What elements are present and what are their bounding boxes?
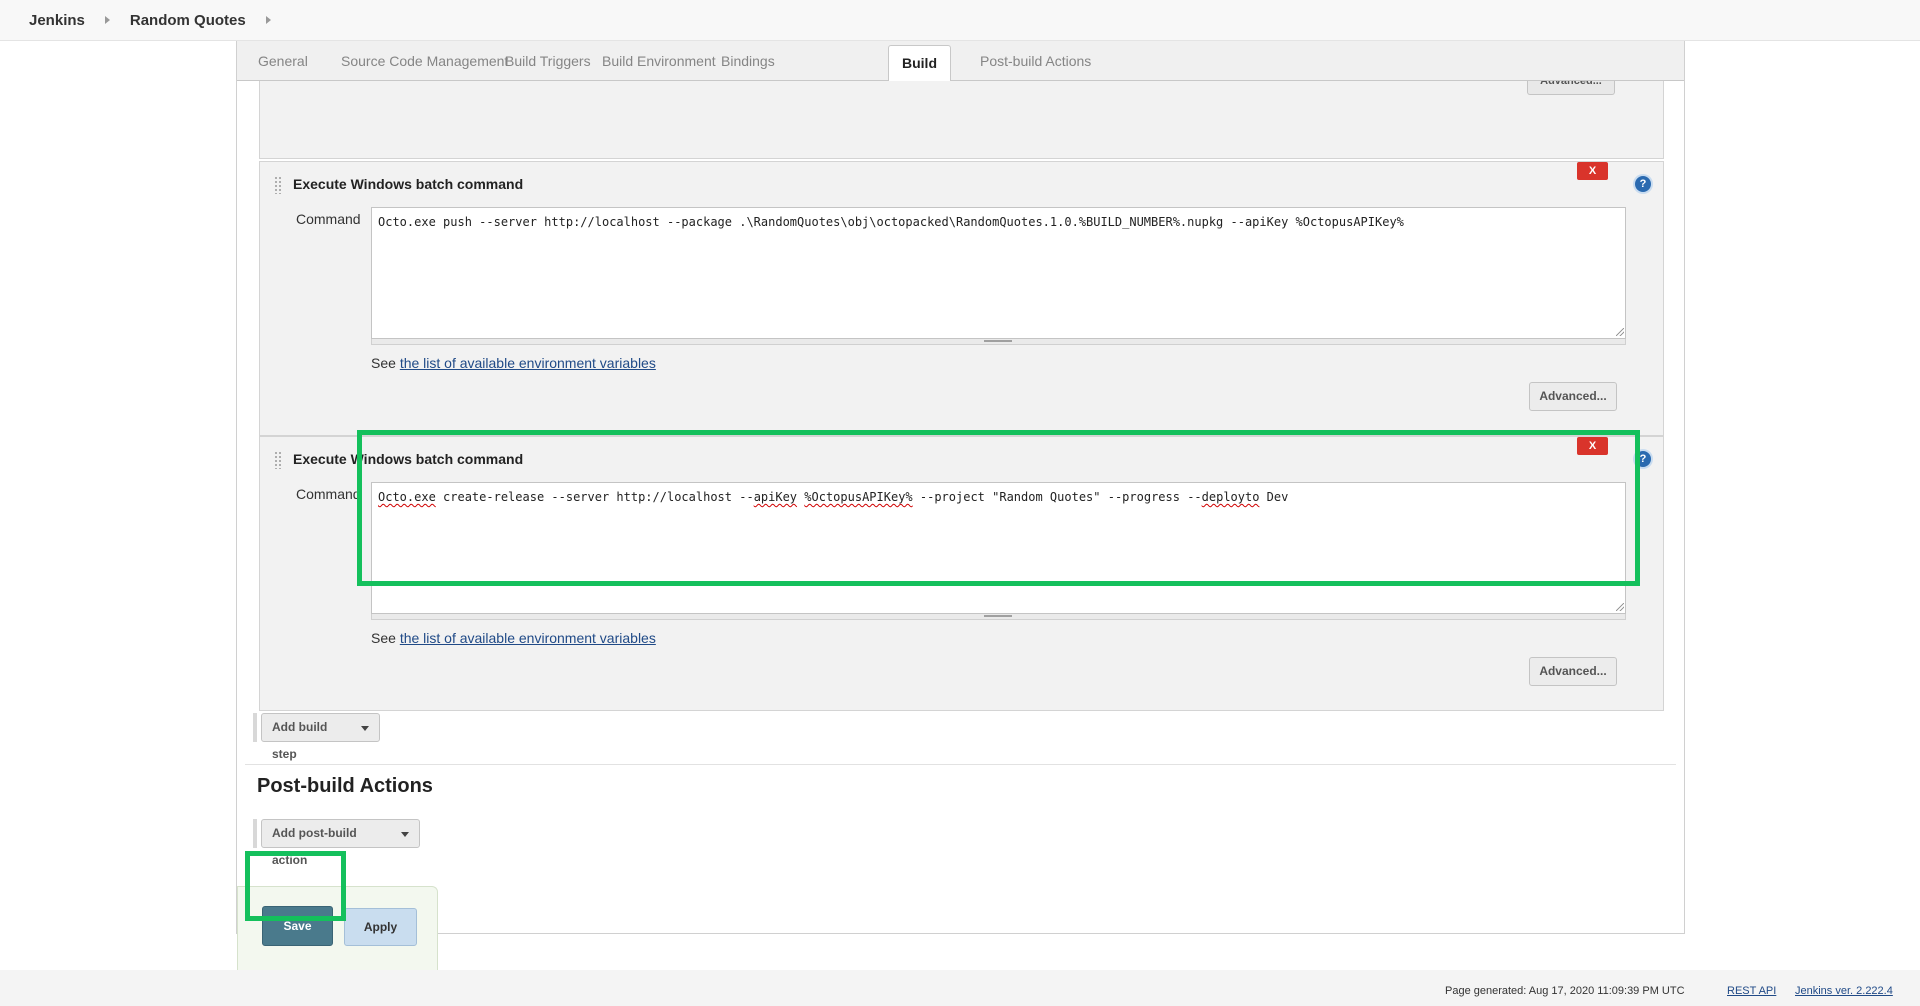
advanced-button[interactable]: Advanced... — [1529, 657, 1617, 686]
save-button[interactable]: Save — [262, 906, 333, 946]
tab-post-build-actions[interactable]: Post-build Actions — [967, 41, 1104, 81]
help-icon[interactable]: ? — [1635, 451, 1651, 467]
post-build-heading: Post-build Actions — [257, 775, 433, 797]
save-apply-bar: Save Apply — [237, 886, 438, 974]
config-panel: General Source Code Management Build Tri… — [236, 41, 1685, 974]
see-prefix: See — [371, 355, 396, 371]
command-text-part: apiKey — [753, 490, 798, 504]
env-vars-link[interactable]: the list of available environment variab… — [400, 355, 656, 371]
advanced-button[interactable]: Advanced... — [1529, 382, 1617, 411]
tab-general[interactable]: General — [245, 41, 321, 81]
command-textarea[interactable]: Octo.exe create-release --server http://… — [371, 482, 1626, 614]
env-vars-hint: See the list of available environment va… — [371, 355, 656, 371]
breadcrumb: Jenkins Random Quotes — [0, 0, 1920, 41]
drag-handle-icon[interactable] — [274, 176, 282, 194]
delete-step-button[interactable]: X — [1577, 437, 1608, 455]
command-textarea[interactable]: Octo.exe push --server http://localhost … — [371, 207, 1626, 339]
textarea-resize-handle[interactable] — [371, 339, 1626, 345]
breadcrumb-arrow-icon[interactable] — [104, 16, 110, 24]
command-text-part: Dev — [1259, 490, 1289, 504]
resize-corner-icon[interactable] — [1616, 603, 1624, 611]
delete-step-button[interactable]: X — [1577, 162, 1608, 180]
resize-corner-icon[interactable] — [1616, 328, 1624, 336]
config-tabbar: General Source Code Management Build Tri… — [237, 41, 1684, 82]
section-divider — [245, 764, 1676, 765]
apply-button[interactable]: Apply — [344, 908, 417, 946]
command-text-part: deployto — [1201, 490, 1260, 504]
command-label: Command — [296, 211, 361, 227]
previous-advanced-button[interactable]: Advanced... — [1527, 81, 1615, 95]
tab-bindings[interactable]: Bindings — [708, 41, 788, 81]
add-build-step-button[interactable]: Add build step — [261, 713, 380, 761]
footer: Page generated: Aug 17, 2020 11:09:39 PM… — [0, 970, 1920, 1006]
jenkins-version-link[interactable]: Jenkins ver. 2.222.4 — [1795, 985, 1893, 997]
build-step-2: Execute Windows batch command X ? Comman… — [259, 436, 1664, 711]
tab-build-triggers[interactable]: Build Triggers — [492, 41, 604, 81]
see-prefix: See — [371, 630, 396, 646]
command-text-part: Octo.exe — [378, 490, 436, 504]
caret-down-icon — [361, 726, 369, 731]
breadcrumb-arrow-icon[interactable] — [265, 16, 271, 24]
command-text-part: %OctopusAPIKey% — [804, 490, 913, 504]
caret-down-icon — [401, 832, 409, 837]
dropdown-bar — [253, 713, 257, 742]
textarea-resize-handle[interactable] — [371, 614, 1626, 620]
page-generated-text: Page generated: Aug 17, 2020 11:09:39 PM… — [1445, 985, 1685, 997]
dropdown-bar — [253, 819, 257, 848]
command-text-part: --project "Random Quotes" --progress -- — [912, 490, 1202, 504]
drag-handle-icon[interactable] — [274, 451, 282, 469]
breadcrumb-random-quotes[interactable]: Random Quotes — [130, 12, 246, 29]
help-icon[interactable]: ? — [1635, 176, 1651, 192]
rest-api-link[interactable]: REST API — [1727, 985, 1776, 997]
command-label: Command — [296, 486, 361, 502]
step-title: Execute Windows batch command — [293, 451, 524, 467]
build-step-1: Execute Windows batch command X ? Comman… — [259, 161, 1664, 436]
env-vars-link[interactable]: the list of available environment variab… — [400, 630, 656, 646]
command-text-part: create-release --server http://localhost… — [435, 490, 754, 504]
env-vars-hint: See the list of available environment va… — [371, 630, 656, 646]
add-post-build-action-label: Add post-build action — [272, 826, 357, 867]
tab-build[interactable]: Build — [888, 45, 951, 82]
step-title: Execute Windows batch command — [293, 176, 524, 192]
previous-build-step: Advanced... — [259, 81, 1664, 159]
breadcrumb-jenkins[interactable]: Jenkins — [29, 12, 85, 29]
add-post-build-action-button[interactable]: Add post-build action — [261, 819, 420, 867]
add-build-step-label: Add build step — [272, 720, 328, 761]
